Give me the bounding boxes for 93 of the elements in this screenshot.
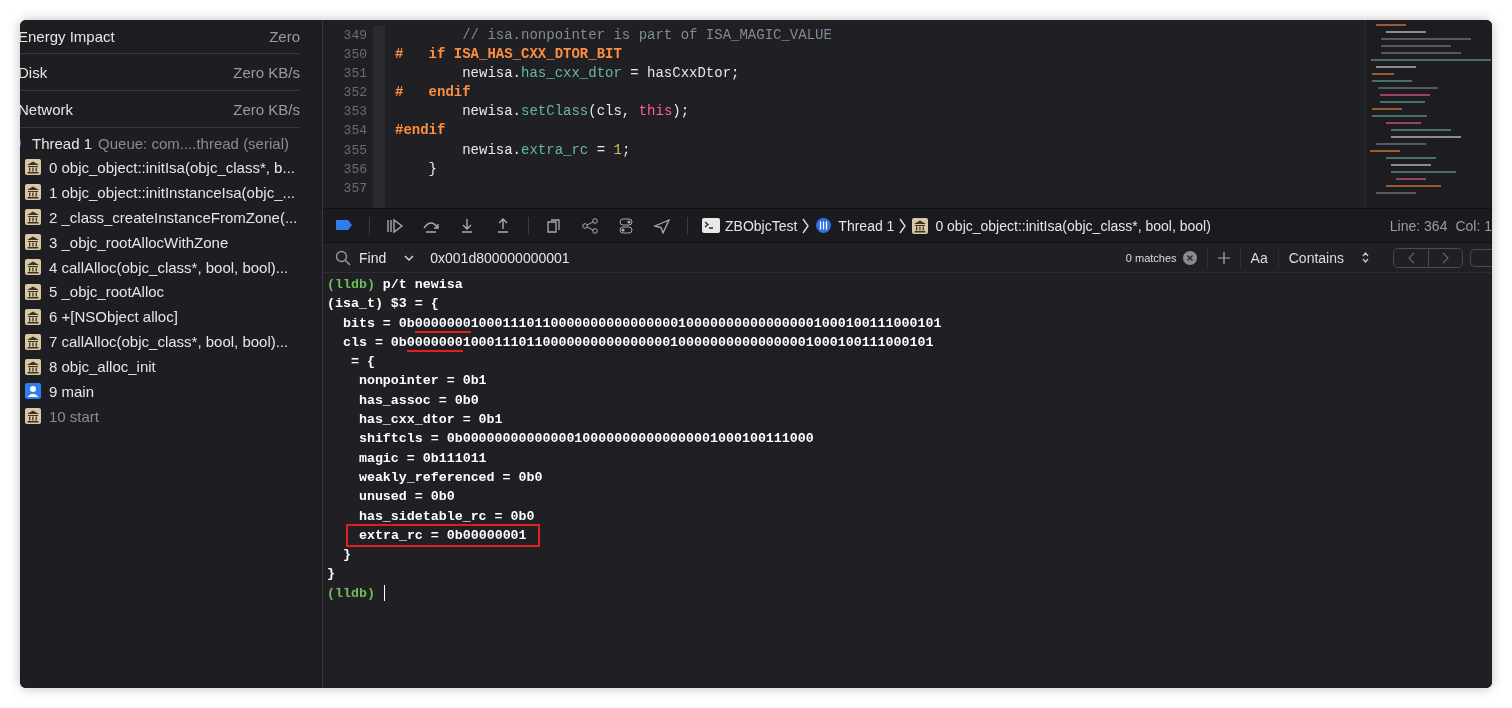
line-number: 349 — [342, 27, 367, 45]
nodes-button[interactable] — [579, 215, 601, 236]
stack-frame[interactable]: 4 callAlloc(objc_class*, bool, bool)... — [49, 258, 289, 276]
plus-icon — [1217, 251, 1230, 264]
breadcrumb-item[interactable]: 0 objc_object::initIsa(objc_class*, bool, bool) — [935, 217, 1211, 234]
updown-icon — [1362, 252, 1369, 263]
code-line: newisa.extra_rc = 1; — [461, 140, 631, 160]
line-number: 356 — [342, 160, 367, 179]
console-line: (isa_t) $3 = { — [327, 295, 439, 314]
toggle-icon — [617, 217, 635, 234]
chevron-right-icon — [1442, 251, 1449, 264]
line-number: 355 — [342, 141, 367, 160]
stack-frame[interactable]: 9 main — [49, 382, 95, 400]
thread-icon — [815, 217, 834, 234]
code-line: } — [427, 159, 437, 179]
gauge-value: Zero KB/s — [233, 100, 300, 118]
console-line: } — [327, 565, 335, 584]
code-line: #endif — [395, 121, 446, 141]
line-number: 350 — [342, 46, 367, 65]
match-type-dropdown[interactable]: Contains — [1277, 246, 1379, 269]
line-number: 353 — [342, 103, 367, 122]
stack-frame[interactable]: 1 objc_object::initInstanceIsa(objc_... — [49, 183, 295, 201]
console-line: unused = 0b0 — [357, 488, 455, 507]
library-icon — [25, 209, 41, 226]
line-number: 354 — [342, 122, 367, 141]
layers-icon — [545, 217, 563, 234]
console-line: magic = 0b111011 — [357, 449, 487, 468]
console-line: shiftcls = 0b00000000000000100000000000000001000100111000 — [357, 430, 814, 449]
stack-frame[interactable]: 6 +[NSObject alloc] — [49, 308, 178, 326]
thread-name[interactable]: Thread 1 — [32, 134, 93, 152]
chevron-down-icon — [404, 254, 415, 261]
console-line: p/t newisa — [382, 276, 463, 294]
case-button[interactable]: Aa — [1239, 246, 1278, 269]
library-icon — [25, 358, 41, 375]
column-indicator: Col: 1 — [1455, 217, 1492, 234]
chevron-icon — [802, 217, 811, 234]
stack-frame[interactable]: 5 _objc_rootAlloc — [49, 283, 165, 301]
stack-frame[interactable]: 2 _class_createInstanceFromZone(... — [49, 208, 298, 226]
breadcrumb-item[interactable]: Thread 1 — [838, 217, 895, 234]
code-line: # if ISA_HAS_CXX_DTOR_BIT — [395, 45, 622, 65]
find-mode-dropdown[interactable]: Find — [359, 249, 415, 266]
code-line: newisa.setClass(cls, this); — [461, 102, 690, 122]
stack-frame[interactable]: 0 objc_object::initIsa(objc_class*, b... — [49, 158, 295, 176]
console-line: nonpointer = 0b1 — [357, 372, 487, 391]
console-line: has_sidetable_rc = 0b0 — [357, 507, 535, 526]
stack-frame[interactable]: 7 callAlloc(objc_class*, bool, bool)... — [49, 333, 289, 351]
chevron-icon — [899, 217, 908, 234]
library-icon — [25, 259, 41, 275]
library-icon — [25, 283, 41, 300]
console-prompt: (lldb) — [327, 584, 376, 603]
breadcrumb-item[interactable]: ZBObjcTest — [725, 217, 798, 234]
console-line: weakly_referenced = 0b0 — [357, 468, 543, 487]
console-line: } — [341, 546, 351, 565]
stack-frame[interactable]: 10 start — [49, 407, 100, 425]
gauge-label[interactable]: Network — [20, 100, 73, 118]
line-indicator: Line: 364 — [1389, 217, 1448, 234]
library-icon — [25, 234, 41, 251]
console-line: bits = 0b000000010001110110000000000000000100000000000000001000100111000101 — [341, 314, 942, 333]
location-icon — [653, 217, 671, 234]
line-number: 351 — [342, 65, 367, 84]
console-line: has_assoc = 0b0 — [357, 391, 479, 410]
console-line: has_cxx_dtor = 0b1 — [357, 411, 503, 430]
console-prompt: (lldb) — [327, 276, 376, 294]
gauge-value: Zero KB/s — [233, 63, 300, 81]
stack-frame[interactable]: 3 _objc_rootAllocWithZone — [49, 233, 229, 251]
gauge-label[interactable]: Energy Impact — [20, 28, 115, 45]
gauge-label[interactable]: Disk — [20, 63, 48, 81]
line-number: 357 — [342, 179, 367, 198]
library-icon — [912, 217, 931, 234]
code-line: newisa.has_cxx_dtor = hasCxxDtor; — [461, 64, 740, 84]
search-field[interactable]: 0x001d800000000001 — [428, 248, 1126, 267]
console-line: cls = 0b000000010001110110000000000000000100000000000000001000100111000101 — [341, 333, 934, 353]
continue-icon — [386, 217, 404, 234]
chevron-left-icon — [1407, 251, 1415, 264]
clear-icon — [1182, 250, 1197, 265]
library-icon — [25, 308, 41, 325]
library-icon — [25, 159, 41, 176]
person-icon — [25, 383, 41, 400]
code-line: // isa.nonpointer is part of ISA_MAGIC_VALUE — [461, 26, 832, 45]
library-icon — [25, 333, 41, 350]
stack-frame[interactable]: 8 objc_alloc_init — [49, 358, 156, 376]
library-icon — [25, 184, 41, 201]
console-line: = { — [349, 353, 375, 372]
match-count: 0 matches — [1125, 251, 1177, 264]
code-line: # endif — [395, 83, 471, 103]
terminal-icon — [702, 217, 720, 234]
gauge-value: Zero — [269, 28, 300, 45]
library-icon — [25, 408, 41, 425]
console-line: extra_rc = 0b00000001 — [349, 527, 537, 544]
queue-label: Queue: com....thread (serial) — [98, 134, 289, 152]
search-icon — [335, 249, 351, 266]
nodes-icon — [581, 217, 599, 234]
line-number: 352 — [342, 84, 367, 103]
